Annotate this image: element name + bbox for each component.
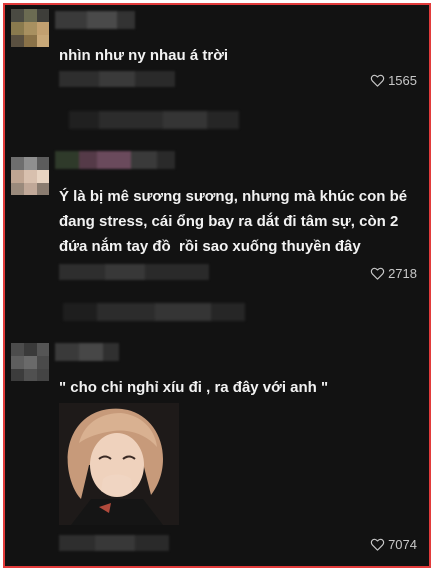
comment-text: Ý là bị mê sương sương, nhưng mà khúc co… <box>59 188 412 255</box>
comment-text: nhìn như ny nhau á trời <box>59 47 229 64</box>
comment-text: " cho chi nghỉ xíu đi , ra đây với anh " <box>59 379 329 396</box>
username-blurred[interactable] <box>55 11 135 29</box>
heart-outline-icon <box>370 74 385 87</box>
username-blurred[interactable] <box>55 151 175 169</box>
avatar[interactable] <box>11 157 49 195</box>
like-button[interactable]: 1565 <box>370 73 417 88</box>
heart-outline-icon <box>370 538 385 551</box>
reply-row-blurred[interactable] <box>69 111 239 129</box>
reply-row-blurred[interactable] <box>63 303 245 321</box>
heart-outline-icon <box>370 267 385 280</box>
username-blurred[interactable] <box>55 343 119 361</box>
like-count: 1565 <box>388 73 417 88</box>
comment-meta-blurred <box>59 535 169 551</box>
like-count: 7074 <box>388 537 417 552</box>
sticker-illustration <box>59 403 179 525</box>
like-button[interactable]: 7074 <box>370 537 417 552</box>
comment-meta-blurred <box>59 71 175 87</box>
like-button[interactable]: 2718 <box>370 266 417 281</box>
sticker-image[interactable] <box>59 403 179 525</box>
like-count: 2718 <box>388 266 417 281</box>
avatar[interactable] <box>11 343 49 381</box>
avatar[interactable] <box>11 9 49 47</box>
comment-feed: nhìn như ny nhau á trời 1565 Ý là bị mê … <box>3 3 431 568</box>
comment-meta-blurred <box>59 264 209 280</box>
